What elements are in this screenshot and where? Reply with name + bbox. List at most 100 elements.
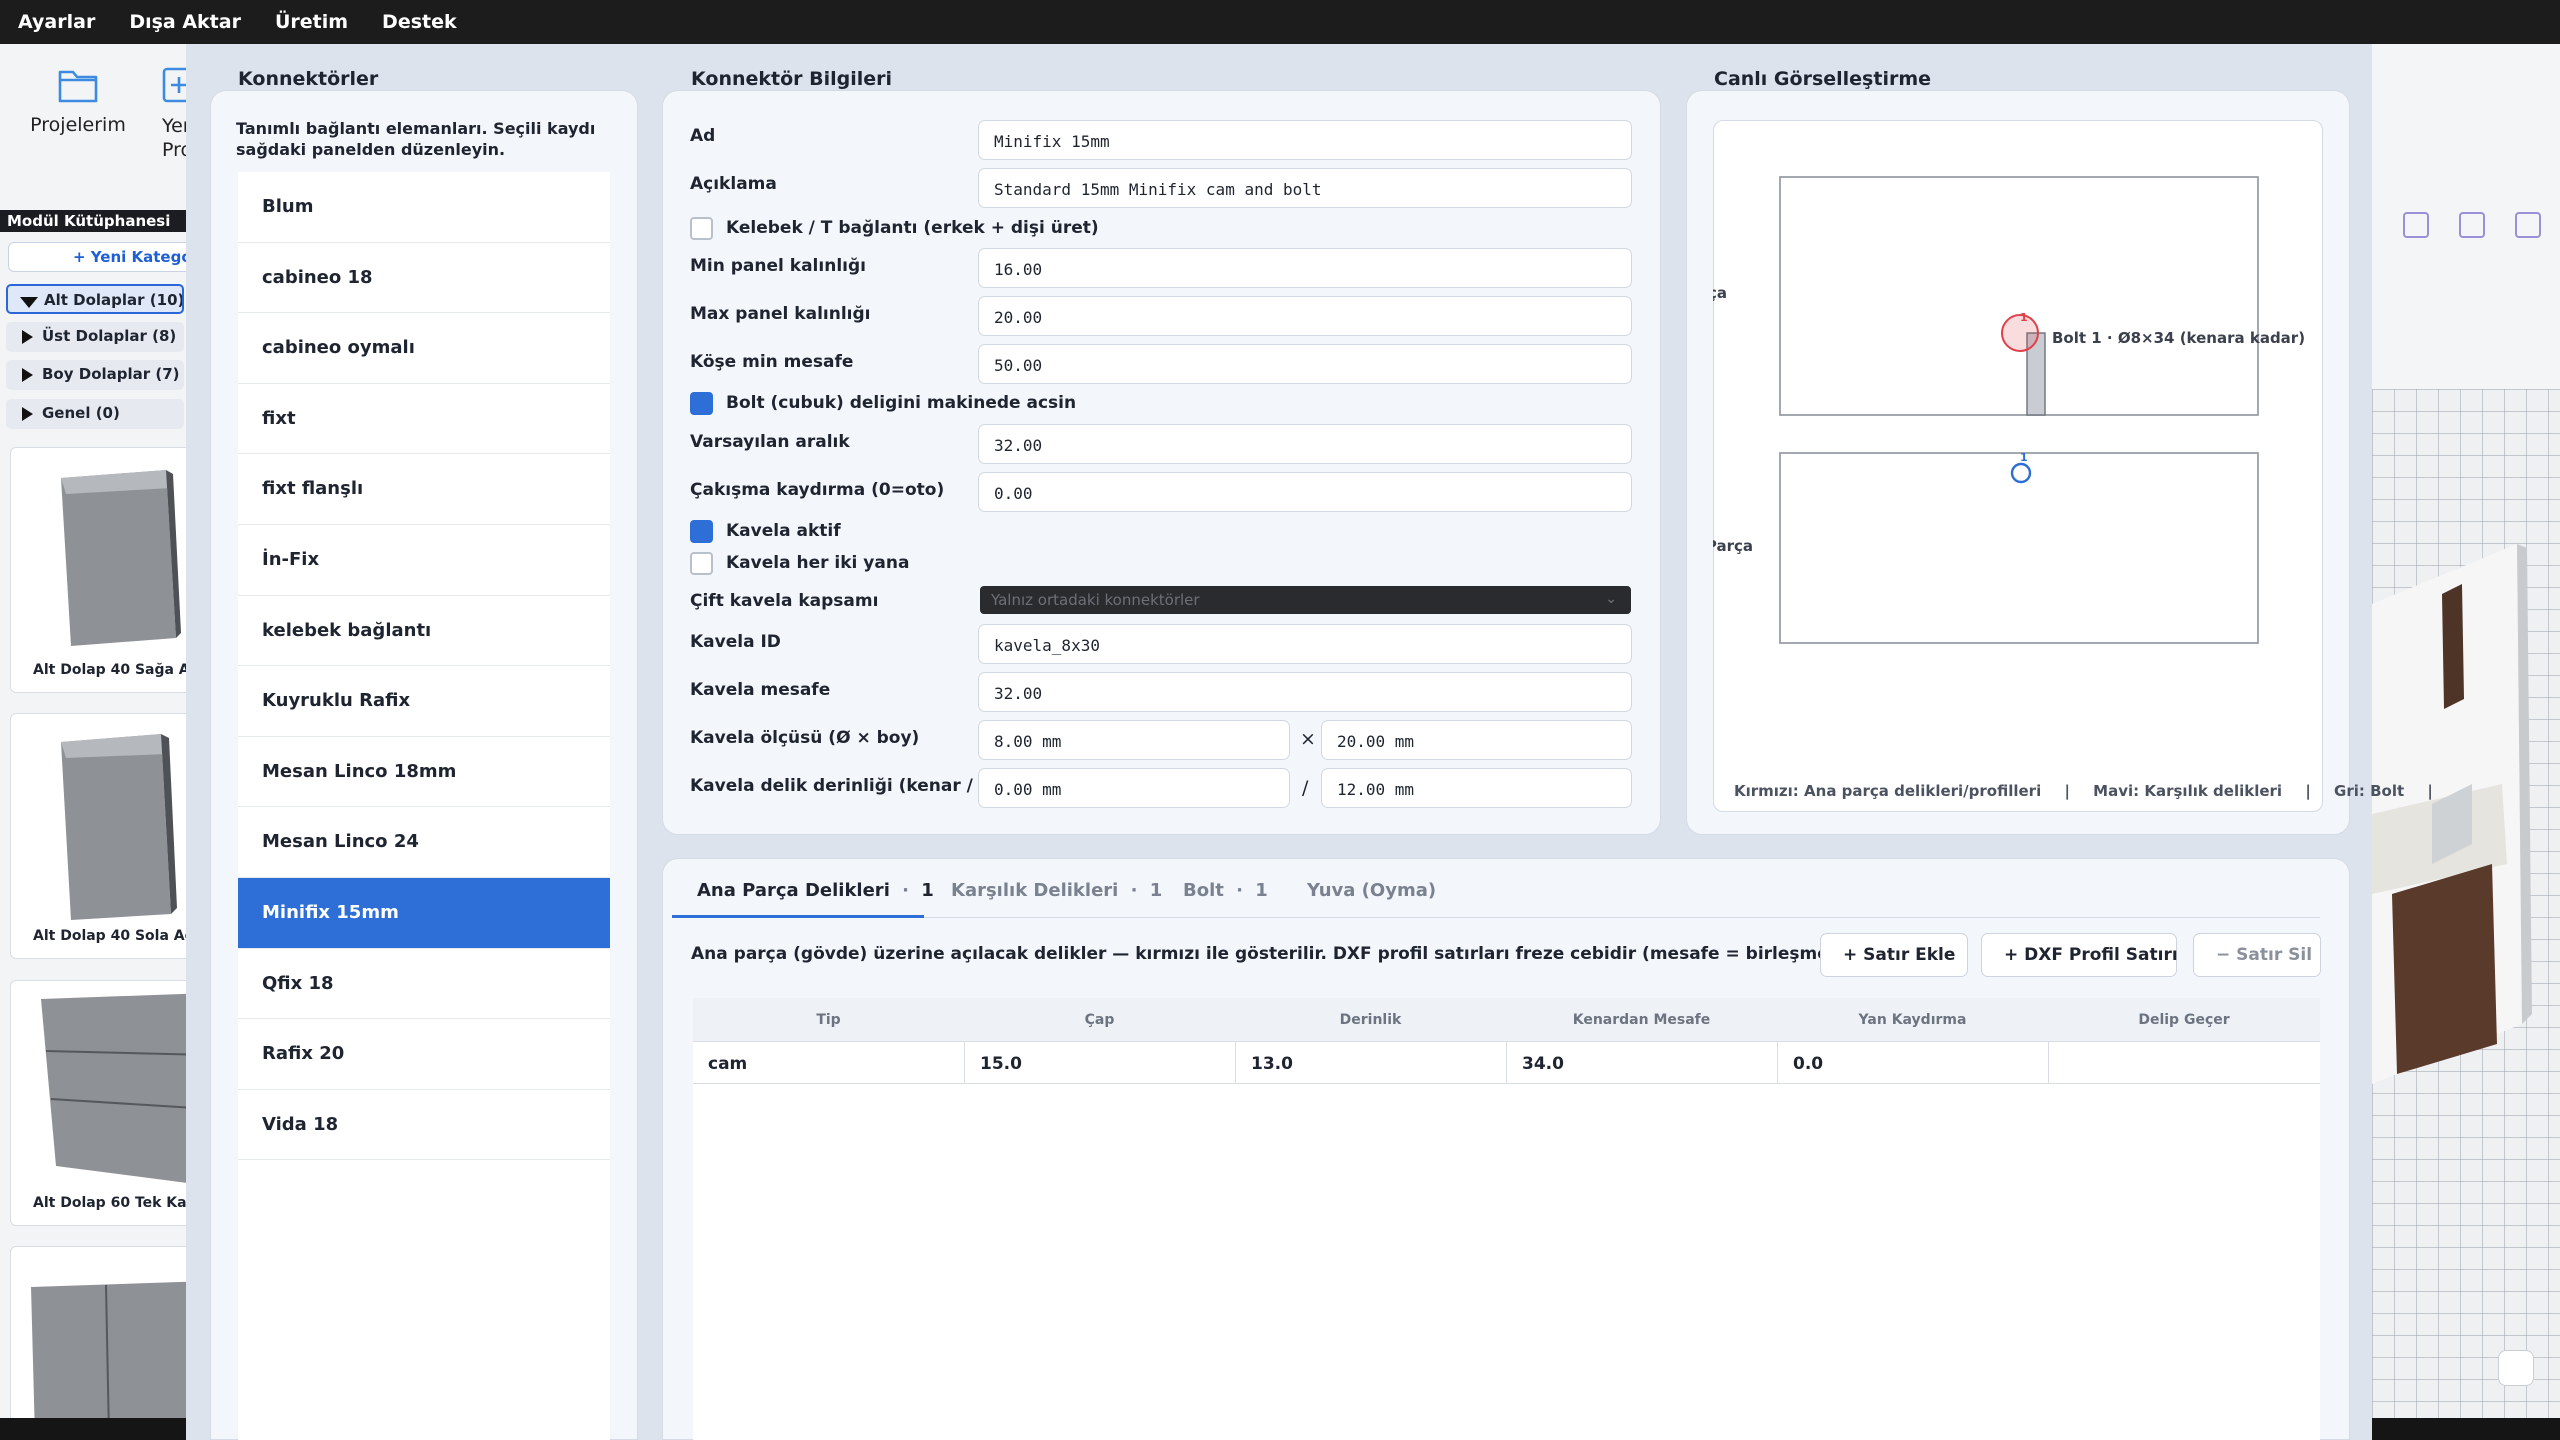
min-panel-input[interactable]: 16.00 [978, 248, 1632, 288]
tab-label: Ana Parça Delikleri [697, 880, 890, 901]
viz-title: Canlı Görselleştirme [1714, 68, 1932, 90]
dowel-id-input[interactable]: kavela_8x30 [978, 624, 1632, 664]
background-3d-viewport [2372, 44, 2560, 1440]
corner-min-input[interactable]: 50.00 [978, 344, 1632, 384]
module-caption: Alt Dolap 40 Sağa Açılır [33, 662, 199, 678]
main-part-rect [1779, 176, 2259, 416]
double-dowel-select[interactable]: Yalnız ortadaki konnektörler ⌄ [980, 586, 1631, 614]
bolt-hole-checkbox[interactable] [690, 392, 713, 415]
connector-item-mesan-linco-18[interactable]: Mesan Linco 18mm [238, 737, 610, 808]
column-header-through[interactable]: Delip Geçer [2048, 1012, 2320, 1028]
chevron-down-icon: ⌄ [1605, 591, 1617, 607]
cell-depth[interactable]: 13.0 [1251, 1054, 1293, 1074]
connector-item-kelebek[interactable]: kelebek bağlantı [238, 596, 610, 667]
active-tab-indicator [672, 915, 924, 918]
menu-bar: Ayarlar Dışa Aktar Üretim Destek [0, 0, 2560, 44]
delete-row-button[interactable]: − Satır Sil [2193, 933, 2321, 977]
view-cube-icon[interactable] [2498, 1350, 2534, 1386]
connector-item-vida-18[interactable]: Vida 18 [238, 1090, 610, 1161]
max-panel-input[interactable]: 20.00 [978, 296, 1632, 336]
module-thumbnail[interactable]: Alt Dolap 40 Sola Açılır [10, 713, 200, 959]
dowel-id-label: Kavela ID [690, 632, 781, 652]
chart-icon[interactable] [2459, 212, 2485, 238]
collision-input[interactable]: 0.00 [978, 472, 1632, 512]
connector-item-kuyruklu-rafix[interactable]: Kuyruklu Rafix [238, 666, 610, 737]
add-row-button[interactable]: + Satır Ekle [1820, 933, 1968, 977]
expand-arrow-icon [20, 297, 38, 308]
description-input[interactable]: Standard 15mm Minifix cam and bolt [978, 168, 1632, 208]
new-category-button[interactable]: + Yeni Kategori [8, 242, 198, 272]
category-lower-cabinets[interactable]: Alt Dolaplar (10) [6, 284, 184, 314]
column-header-side-offset[interactable]: Yan Kaydırma [1777, 1012, 2048, 1028]
category-tall-cabinets[interactable]: Boy Dolaplar (7) [6, 360, 184, 390]
marker-red: 1 [2020, 311, 2028, 324]
module-thumbnail[interactable]: Alt Dolap 60 Tek Kapaklı [10, 980, 200, 1226]
default-spacing-label: Varsayılan aralık [690, 432, 850, 452]
connector-item-cabineo-oymali[interactable]: cabineo oymalı [238, 313, 610, 384]
module-thumbnail[interactable]: Alt Dolap 40 Sağa Açılır [10, 447, 200, 693]
tab-label: Yuva (Oyma) [1307, 880, 1437, 901]
category-label: Üst Dolaplar (8) [42, 327, 177, 345]
dowel-diameter-input[interactable]: 8.00 mm [978, 720, 1290, 760]
menu-settings[interactable]: Ayarlar [18, 11, 95, 33]
connector-item-cabineo-18[interactable]: cabineo 18 [238, 243, 610, 314]
dowel-depth-face-input[interactable]: 12.00 mm [1321, 768, 1632, 808]
tab-pocket[interactable]: Yuva (Oyma) [1307, 880, 1436, 901]
add-dxf-row-button[interactable]: + DXF Profil Satırı [1981, 933, 2178, 977]
projects-tool[interactable]: Projelerim [28, 66, 128, 136]
viz-drawing [1779, 176, 2259, 644]
camera-icon[interactable] [2515, 212, 2541, 238]
dowel-length-input[interactable]: 20.00 mm [1321, 720, 1632, 760]
connector-item-in-fix[interactable]: İn-Fix [238, 525, 610, 596]
dowel-depth-edge-input[interactable]: 0.00 mm [978, 768, 1290, 808]
module-caption: Alt Dolap 60 Tek Kapaklı [33, 1195, 199, 1211]
times-separator: × [1300, 728, 1316, 750]
connector-item-fixt[interactable]: fixt [238, 384, 610, 455]
description-label: Açıklama [690, 174, 777, 194]
column-header-edge-distance[interactable]: Kenardan Mesafe [1506, 1012, 1777, 1028]
category-upper-cabinets[interactable]: Üst Dolaplar (8) [6, 322, 184, 352]
dowel-active-checkbox[interactable] [690, 520, 713, 543]
column-divider [1235, 1042, 1236, 1084]
connector-item-minifix-15[interactable]: Minifix 15mm [238, 877, 610, 949]
cell-type[interactable]: cam [708, 1054, 747, 1074]
connectors-title: Konnektörler [238, 68, 379, 90]
butterfly-checkbox[interactable] [690, 217, 713, 240]
connector-item-rafix-20[interactable]: Rafix 20 [238, 1019, 610, 1090]
holes-description: Ana parça (gövde) üzerine açılacak delik… [691, 944, 1957, 964]
projects-label: Projelerim [30, 114, 126, 136]
viz-legend: Kırmızı: Ana parça delikleri/profilleri … [1734, 782, 2451, 800]
connector-item-qfix-18[interactable]: Qfix 18 [238, 949, 610, 1020]
connector-item-fixt-flansli[interactable]: fixt flanşlı [238, 454, 610, 525]
module-thumbnail[interactable] [10, 1246, 200, 1440]
connector-item-mesan-linco-24[interactable]: Mesan Linco 24 [238, 807, 610, 878]
dowel-both-checkbox[interactable] [690, 552, 713, 575]
legend-sep: | [2064, 782, 2070, 800]
collision-label: Çakışma kaydırma (0=oto) [690, 480, 945, 500]
dowel-distance-label: Kavela mesafe [690, 680, 831, 700]
menu-export[interactable]: Dışa Aktar [129, 11, 241, 33]
column-header-diameter[interactable]: Çap [964, 1012, 1235, 1028]
cell-side-offset[interactable]: 0.0 [1793, 1054, 1823, 1074]
category-general[interactable]: Genel (0) [6, 399, 184, 429]
menu-production[interactable]: Üretim [275, 11, 348, 33]
layers-icon[interactable] [2403, 212, 2429, 238]
butterfly-label: Kelebek / T bağlantı (erkek + dişi üret) [726, 218, 1099, 238]
cell-edge-distance[interactable]: 34.0 [1522, 1054, 1564, 1074]
name-input[interactable]: Minifix 15mm [978, 120, 1632, 160]
dowel-size-label: Kavela ölçüsü (Ø × boy) [690, 728, 920, 748]
tab-main-holes[interactable]: Ana Parça Delikleri · 1 [697, 880, 934, 901]
column-header-type[interactable]: Tip [693, 1012, 964, 1028]
double-dowel-label: Çift kavela kapsamı [690, 591, 879, 611]
menu-support[interactable]: Destek [382, 11, 457, 33]
mating-part-label-clip: Karşılık Parça [1713, 536, 1753, 560]
connector-item-blum[interactable]: Blum [238, 172, 610, 243]
cell-diameter[interactable]: 15.0 [980, 1054, 1022, 1074]
tab-label: Karşılık Delikleri [951, 880, 1119, 901]
tab-bolt[interactable]: Bolt · 1 [1183, 880, 1268, 901]
table-header: Tip Çap Derinlik Kenardan Mesafe Yan Kay… [693, 998, 2320, 1042]
tab-mating-holes[interactable]: Karşılık Delikleri · 1 [951, 880, 1162, 901]
dowel-distance-input[interactable]: 32.00 [978, 672, 1632, 712]
column-header-depth[interactable]: Derinlik [1235, 1012, 1506, 1028]
default-spacing-input[interactable]: 32.00 [978, 424, 1632, 464]
